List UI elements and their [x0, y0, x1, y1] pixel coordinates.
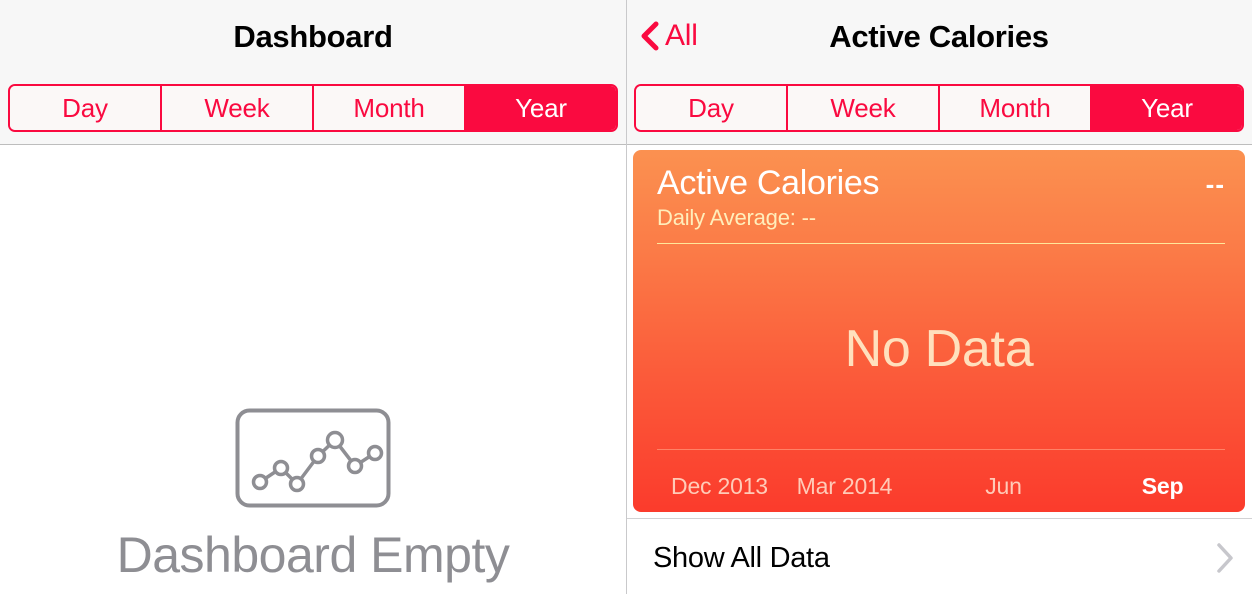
detail-body: Active Calories -- Daily Average: -- No … — [626, 145, 1252, 594]
detail-range-segmented-control[interactable]: Day Week Month Year — [634, 84, 1244, 132]
detail-segment-day[interactable]: Day — [636, 86, 788, 130]
segment-year[interactable]: Year — [466, 86, 616, 130]
dashboard-segmented-bar: Day Week Month Year — [0, 72, 626, 145]
segment-month[interactable]: Month — [314, 86, 466, 130]
back-button-label: All — [665, 19, 698, 52]
detail-segment-year[interactable]: Year — [1092, 86, 1242, 130]
back-button[interactable]: All — [640, 21, 698, 51]
axis-tick-1: Mar 2014 — [796, 473, 893, 499]
axis-tick-0: Dec 2013 — [671, 473, 768, 499]
show-all-data-label: Show All Data — [653, 541, 830, 574]
detail-page-title: Active Calories — [829, 18, 1049, 54]
chart-card-title-row: Active Calories -- — [657, 164, 1225, 202]
detail-segmented-bar: Day Week Month Year — [626, 72, 1252, 145]
panel-divider — [626, 0, 627, 594]
segment-week[interactable]: Week — [162, 86, 314, 130]
axis-tick-2: Jun — [985, 473, 1022, 499]
active-calories-panel: All Active Calories Day Week Month Year … — [626, 0, 1252, 594]
dashboard-navbar: Dashboard — [0, 0, 626, 72]
health-app-split-view: Dashboard Day Week Month Year Dashboard … — [0, 0, 1252, 594]
chart-card-header: Active Calories -- Daily Average: -- — [633, 150, 1245, 244]
dashboard-panel: Dashboard Day Week Month Year Dashboard … — [0, 0, 626, 594]
line-chart-icon — [235, 408, 391, 508]
dashboard-empty-state: Dashboard Empty — [0, 145, 626, 594]
chevron-left-icon — [641, 21, 659, 51]
chart-axis-rule — [657, 449, 1225, 450]
chart-card-value: -- — [1205, 169, 1225, 199]
chevron-right-icon — [1217, 543, 1233, 573]
chart-card-daily-average: Daily Average: -- — [657, 205, 816, 231]
chart-x-axis: Dec 2013 Mar 2014 Jun Sep — [657, 464, 1225, 498]
chart-plot-area: No Data — [633, 268, 1245, 430]
detail-navbar: All Active Calories — [626, 0, 1252, 72]
chart-no-data-label: No Data — [844, 320, 1034, 378]
show-all-data-row[interactable]: Show All Data — [626, 518, 1252, 594]
dashboard-range-segmented-control[interactable]: Day Week Month Year — [8, 84, 618, 132]
active-calories-chart-card[interactable]: Active Calories -- Daily Average: -- No … — [633, 150, 1245, 512]
dashboard-empty-label: Dashboard Empty — [116, 527, 510, 583]
chart-card-title: Active Calories — [657, 164, 880, 202]
axis-tick-3: Sep — [1141, 473, 1184, 499]
page-title: Dashboard — [233, 18, 393, 54]
chart-card-top-rule — [657, 242, 1225, 244]
detail-segment-month[interactable]: Month — [940, 86, 1092, 130]
detail-segment-week[interactable]: Week — [788, 86, 940, 130]
segment-day[interactable]: Day — [10, 86, 162, 130]
